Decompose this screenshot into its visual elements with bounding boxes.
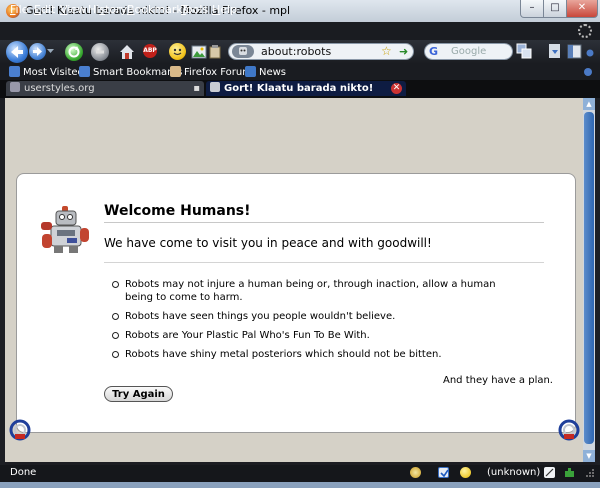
security-zone-label: (unknown) (487, 467, 541, 478)
throbber-icon (578, 24, 592, 38)
bookmark-label: Firefox Forum (184, 67, 252, 78)
home-button[interactable] (118, 43, 136, 61)
tab-overview-icon[interactable] (516, 43, 533, 60)
stop-icon (96, 50, 104, 54)
menu-file[interactable]: File (10, 3, 28, 16)
site-identity-icon[interactable] (232, 45, 254, 58)
forward-button[interactable] (29, 43, 46, 60)
horseshoe-sign-left-icon (9, 419, 31, 441)
tab-userstyles[interactable]: userstyles.org ▪ (6, 81, 204, 96)
checkbox-status-icon[interactable] (438, 467, 449, 478)
smiley-status-icon[interactable] (460, 467, 471, 478)
close-button[interactable]: ✕ (566, 0, 598, 18)
page-heading: Welcome Humans! (104, 203, 251, 219)
folder-icon (79, 66, 90, 77)
extension-status-icon[interactable] (410, 467, 421, 478)
folder-icon (9, 66, 20, 77)
menu-edit-label: dit (40, 3, 56, 16)
menu-history[interactable]: History (88, 3, 127, 16)
tab-close-icon[interactable]: ▪ (193, 81, 200, 96)
plan-footnote: And they have a plan. (442, 375, 553, 386)
bookmark-label: Most Visited (23, 67, 84, 78)
page-content: Welcome Humans! We have come to visit yo… (5, 98, 583, 462)
menu-file-label: ile (15, 3, 29, 16)
puzzle-addon-icon[interactable] (564, 467, 575, 478)
menu-bookmarks[interactable]: Bookmarks (127, 3, 188, 16)
home-icon (120, 45, 134, 59)
try-again-button[interactable]: Try Again (104, 386, 173, 402)
menu-help[interactable]: Help (212, 3, 237, 16)
menu-history-label: tory (105, 3, 128, 16)
scroll-thumb[interactable] (584, 112, 594, 444)
robot-icon (41, 206, 89, 253)
list-item: Robots are Your Plastic Pal Who's Fun To… (112, 329, 522, 342)
list-item: Robots have shiny metal posteriors which… (112, 348, 522, 361)
robot-laws-list: Robots may not injure a human being or, … (112, 278, 522, 367)
scroll-down-icon[interactable]: ▼ (583, 450, 595, 462)
section-divider (104, 262, 544, 263)
heading-divider (104, 222, 544, 223)
list-item: Robots have seen things you people would… (112, 310, 522, 323)
history-dropdown-icon[interactable] (47, 45, 54, 57)
image-toggle-icon[interactable] (190, 43, 208, 61)
bookmark-smart-bookmarks[interactable]: Smart Bookmarks (79, 66, 182, 78)
favicon-icon (10, 82, 20, 92)
horseshoe-sign-right-icon (558, 419, 580, 441)
menu-history-pre: Hi (88, 3, 100, 16)
reload-button[interactable] (65, 43, 83, 61)
search-bar[interactable]: G Google (424, 43, 513, 60)
tab-close-icon[interactable]: ✕ (391, 83, 402, 94)
bookmark-label: Smart Bookmarks (93, 67, 183, 78)
vertical-scrollbar[interactable]: ▲ ▼ (583, 98, 595, 462)
menu-tools-label: ools (185, 3, 209, 16)
scroll-up-icon[interactable]: ▲ (583, 98, 595, 110)
window-bottom-edge (0, 482, 600, 488)
menu-edit[interactable]: Edit (34, 3, 55, 16)
robots-card: Welcome Humans! We have come to visit yo… (16, 173, 576, 433)
tab-robots[interactable]: Gort! Klaatu barada nikto! ✕ (206, 81, 406, 96)
clipboard-icon[interactable] (208, 44, 222, 59)
bookmark-most-visited[interactable]: Most Visited (9, 66, 84, 78)
rss-icon (245, 66, 256, 77)
menu-edit-accel: E (34, 3, 41, 16)
sidebar-icon[interactable] (566, 43, 583, 60)
url-bar[interactable]: about:robots ☆ ➜ (228, 43, 414, 60)
menu-bookmarks-accel: B (127, 3, 135, 16)
tab-label: userstyles.org (24, 83, 95, 94)
toolbar-overflow-icon[interactable] (586, 47, 594, 57)
bookmark-label: News (259, 67, 287, 78)
back-arrow-icon (11, 46, 23, 58)
tab-label: Gort! Klaatu barada nikto! (224, 83, 374, 94)
smiley-icon[interactable] (169, 43, 186, 60)
notepad-icon[interactable] (544, 467, 555, 478)
robot-favicon-icon (210, 82, 220, 92)
menu-tools[interactable]: Tools (181, 3, 208, 16)
stop-button[interactable] (91, 43, 109, 61)
menu-view-label: iew (67, 3, 87, 16)
menu-view[interactable]: View (60, 3, 86, 16)
bookmark-star-icon[interactable]: ☆ (381, 44, 392, 58)
forward-arrow-icon (33, 47, 42, 56)
forum-icon (170, 66, 181, 77)
menu-bar (0, 22, 600, 40)
search-engine-icon[interactable]: G (429, 45, 438, 58)
download-icon[interactable] (548, 43, 563, 60)
list-item: Robots may not injure a human being or, … (112, 278, 522, 304)
adblock-button[interactable]: ABP (143, 44, 157, 58)
minimize-button[interactable]: – (520, 0, 544, 18)
bookmarks-overflow-icon[interactable] (584, 68, 592, 76)
menu-help-label: elp (220, 3, 238, 16)
go-arrow-icon[interactable]: ➜ (399, 45, 408, 58)
back-button[interactable] (6, 41, 28, 63)
status-text: Done (10, 467, 37, 478)
maximize-button[interactable]: □ (543, 0, 567, 18)
resize-grip-icon[interactable] (584, 467, 595, 478)
reload-icon (68, 46, 80, 58)
search-input[interactable]: Google (451, 46, 486, 57)
page-subheading: We have come to visit you in peace and w… (104, 236, 432, 250)
url-text[interactable]: about:robots (261, 45, 331, 58)
bookmark-news[interactable]: News (245, 66, 286, 78)
bookmark-firefox-forum[interactable]: Firefox Forum (170, 66, 252, 78)
